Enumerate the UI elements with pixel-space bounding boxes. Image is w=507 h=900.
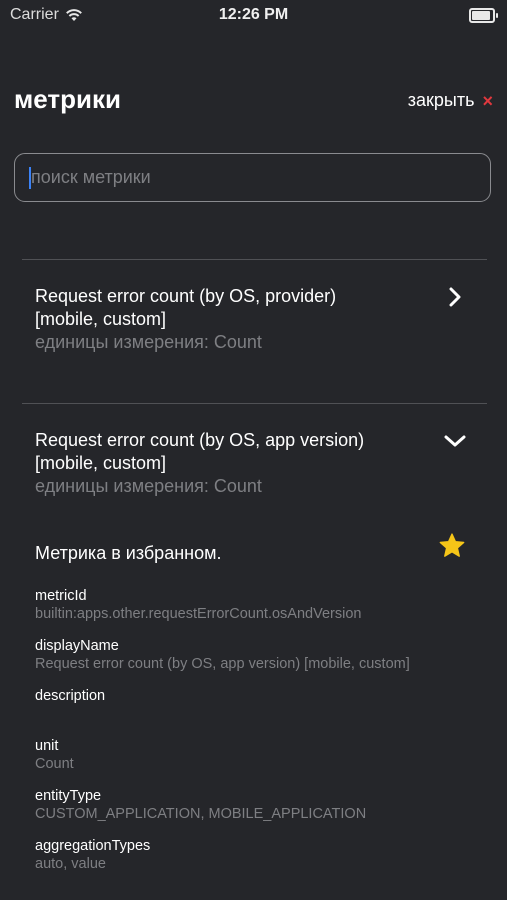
search-box[interactable]: [14, 153, 491, 202]
detail-field-description: description: [35, 687, 105, 705]
metric-title: Request error count (by OS, app version): [35, 430, 365, 450]
field-value: Count: [35, 756, 74, 772]
battery-icon: [469, 8, 498, 23]
close-label: закрыть: [407, 90, 475, 110]
field-value: Request error count (by OS, app version)…: [35, 656, 410, 672]
field-key: entityType: [35, 788, 102, 804]
detail-field-displayname: displayName Request error count (by OS, …: [35, 637, 410, 673]
favorite-status-label: Метрика в избранном.: [35, 543, 222, 563]
metric-title-tags: [mobile, custom]: [35, 453, 167, 473]
field-key: description: [35, 688, 106, 704]
page-title: метрики: [14, 84, 121, 114]
list-divider: [22, 259, 487, 260]
field-key: unit: [35, 738, 59, 754]
field-value: builtin:apps.other.requestErrorCount.osA…: [35, 606, 362, 622]
detail-field-entitytype: entityType CUSTOM_APPLICATION, MOBILE_AP…: [35, 787, 366, 823]
field-value: CUSTOM_APPLICATION, MOBILE_APPLICATION: [35, 806, 367, 822]
metric-title: Request error count (by OS, provider): [35, 286, 337, 306]
star-icon[interactable]: [438, 532, 466, 560]
detail-field-unit: unit Count: [35, 737, 74, 773]
search-input[interactable]: [29, 166, 476, 189]
list-divider: [22, 403, 487, 404]
close-icon: ×: [482, 90, 493, 111]
field-key: aggregationTypes: [35, 838, 151, 854]
status-bar: Carrier 12:26 PM: [0, 0, 507, 30]
status-time: 12:26 PM: [218, 6, 289, 23]
field-key: displayName: [35, 638, 119, 654]
detail-field-aggregationtypes: aggregationTypes auto, value: [35, 837, 150, 873]
chevron-right-icon[interactable]: [445, 287, 465, 307]
close-button[interactable]: закрыть ×: [408, 90, 493, 111]
detail-field-metricid: metricId builtin:apps.other.requestError…: [35, 587, 361, 623]
text-caret: [29, 167, 31, 189]
chevron-down-icon[interactable]: [443, 431, 467, 451]
field-key: metricId: [35, 588, 87, 604]
metric-list-item[interactable]: Request error count (by OS, provider) [m…: [35, 285, 485, 354]
metric-title-tags: [mobile, custom]: [35, 309, 167, 329]
field-value: auto, value: [35, 856, 106, 872]
metric-units: единицы измерения: Count: [35, 332, 262, 352]
metric-units: единицы измерения: Count: [35, 476, 262, 496]
metric-list-item[interactable]: Request error count (by OS, app version)…: [35, 429, 485, 498]
